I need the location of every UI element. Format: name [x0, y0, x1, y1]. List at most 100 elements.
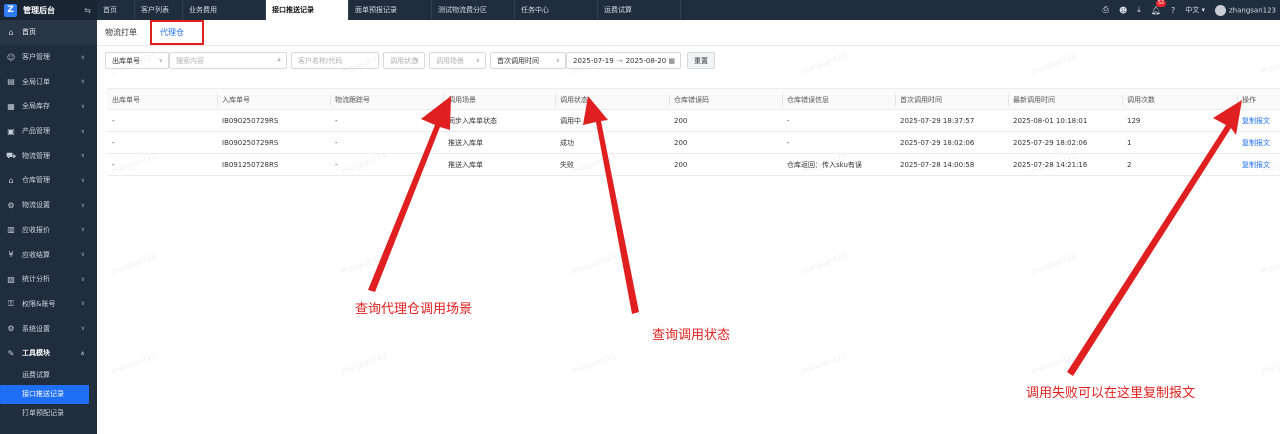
top-tab-7[interactable]: 运费试算 — [598, 0, 681, 20]
copy-message-link[interactable]: 复制报文 — [1242, 110, 1270, 132]
table-cell: - — [112, 161, 115, 169]
sidebar-item-label: 应收报价 — [22, 225, 50, 234]
chevron-down-icon: ∨ — [80, 78, 85, 86]
tab-strip: 首页 客户列表 业务费用 接口推送记录 面单预报记录 测试物流费分区 任务中心 运费试算 — [97, 0, 681, 20]
status-select[interactable]: 调用状态 ∨ — [383, 52, 425, 69]
sidebar-item-label: 应收结算 — [22, 250, 50, 259]
column-header: 首次调用时间 — [900, 96, 942, 104]
column-header: 仓库错误码 — [674, 96, 709, 104]
table-cell: 200 — [674, 139, 688, 147]
chevron-down-icon: ∨ — [80, 152, 85, 160]
help-icon[interactable]: ? — [1171, 6, 1175, 15]
column-header: 调用场景 — [448, 96, 476, 104]
customer-input[interactable]: 客户名称/代码 — [291, 52, 379, 69]
sidebar-item-9[interactable]: ¥ 应收结算 ∨ — [0, 242, 97, 267]
table-cell: IB090250729RS — [222, 139, 279, 147]
top-tab-1[interactable]: 客户列表 — [135, 0, 183, 20]
sidebar-subitem-0[interactable]: 运费试算 — [0, 366, 97, 385]
sidebar-item-8[interactable]: ▥ 应收报价 ∨ — [0, 218, 97, 243]
avatar — [1214, 4, 1226, 16]
sidebar-item-10[interactable]: ▧ 统计分析 ∨ — [0, 267, 97, 292]
scene-select[interactable]: 调用场景 ∨ — [429, 52, 486, 69]
language-label: 中文 — [1185, 6, 1200, 14]
highlight-box — [150, 20, 204, 45]
column-divider — [217, 94, 218, 106]
truck-icon: ⛟ — [5, 150, 17, 160]
sidebar-item-11[interactable]: ⚿ 权限&账号 ∨ — [0, 292, 97, 317]
table-cell: - — [335, 117, 338, 125]
sidebar-item-label: 全局库存 — [22, 102, 50, 111]
column-divider — [443, 94, 444, 106]
table-header: 出库单号 入库单号 物流跟踪号 调用场景 调用状态 仓库错误码 仓库错误信息 首次调用时间 最新… — [107, 88, 1280, 110]
reset-button[interactable]: 重置 — [687, 52, 715, 69]
brand-title: 管理后台 — [23, 5, 55, 15]
chevron-down-icon: ∨ — [555, 57, 560, 64]
table-cell: 129 — [1127, 117, 1141, 125]
assistant-icon[interactable]: ☻ — [1119, 6, 1127, 15]
column-divider — [895, 94, 896, 106]
language-switch[interactable]: 中文 ▾ — [1185, 5, 1205, 15]
chevron-down-icon: ∨ — [80, 300, 85, 308]
sidebar-item-12[interactable]: ⚙ 系统设置 ∨ — [0, 316, 97, 341]
copy-message-link[interactable]: 复制报文 — [1242, 132, 1270, 154]
chevron-down-icon: ∨ — [80, 226, 85, 234]
sidebar-item-6[interactable]: ⌂ 仓库管理 ∨ — [0, 168, 97, 193]
sidebar-item-7[interactable]: ⚙ 物流设置 ∨ — [0, 193, 97, 218]
sidebar-item-3[interactable]: ▦ 全局库存 ∨ — [0, 94, 97, 119]
date-end: 2025-08-20 — [625, 56, 667, 65]
bell-icon[interactable]: 🔔︎ 52 — [1151, 0, 1167, 15]
tool-icon: ✎ — [7, 348, 15, 358]
time-type-select[interactable]: 首次调用时间 ∨ — [490, 52, 566, 69]
chevron-up-icon: ∧ — [80, 349, 85, 357]
table-cell: 2025-07-29 18:02:06 — [1013, 139, 1088, 147]
sidebar-item-13[interactable]: ✎ 工具模块 ∧ — [0, 341, 97, 366]
sidebar-item-5[interactable]: ⛟ 物流管理 ∨ — [0, 143, 97, 168]
sidebar-item-0[interactable]: ⌂ 首页 — [0, 20, 97, 45]
table-row: - IB090250729RS - 同步入库单状态 调用中 200 - 2025-07-29 … — [107, 110, 1280, 132]
sidebar-subitem-2[interactable]: 打单预配记录 — [0, 404, 97, 423]
top-tab-2[interactable]: 业务费用 — [183, 0, 266, 20]
sidebar-item-label: 全局订单 — [22, 77, 50, 86]
settings-icon: ⚙ — [7, 200, 15, 210]
sidebar-item-label: 系统设置 — [22, 324, 50, 333]
sidebar-item-label: 权限&账号 — [22, 299, 56, 308]
table-cell: - — [335, 139, 338, 147]
table-cell: 失败 — [560, 161, 574, 169]
chevron-down-icon: ∨ — [80, 127, 85, 135]
sidebar-subitem-1[interactable]: 接口推送记录 — [0, 384, 89, 404]
column-header: 仓库错误信息 — [787, 96, 829, 104]
watermark: zhangsan123 — [570, 352, 617, 376]
filter-bar: 出库单号 ∨ 搜索内容 ⌕ 客户名称/代码 调用状态 ∨ 调用场景 ∨ 首次调用… — [97, 46, 1280, 76]
copy-message-link[interactable]: 复制报文 — [1242, 154, 1270, 176]
top-tab-4[interactable]: 面单预报记录 — [349, 0, 432, 20]
column-divider — [1122, 94, 1123, 106]
annotation-copy: 调用失败可以在这里复制报文 — [1026, 386, 1196, 401]
field-select[interactable]: 出库单号 ∨ — [105, 52, 169, 69]
print-icon[interactable]: ⎙ — [1103, 5, 1109, 15]
user-menu[interactable]: zhangsan123 — [1214, 4, 1276, 16]
collapse-sidebar-icon[interactable]: ⇆ — [84, 6, 91, 15]
chevron-down-icon: ∨ — [80, 176, 85, 184]
top-tab-6[interactable]: 任务中心 — [515, 0, 598, 20]
column-header: 最新调用时间 — [1013, 96, 1055, 104]
column-header: 出库单号 — [112, 96, 140, 104]
chevron-down-icon: ∨ — [475, 57, 480, 64]
top-tab-5[interactable]: 测试物流费分区 — [432, 0, 515, 20]
date-range-picker[interactable]: 2025-07-19 → 2025-08-20 ▦ — [566, 52, 681, 69]
watermark: zhangsan123 — [570, 252, 617, 276]
table-cell: 2 — [1127, 161, 1132, 169]
column-header: 调用次数 — [1127, 96, 1155, 104]
notification-badge: 52 — [1155, 0, 1167, 7]
download-icon[interactable]: ⤓ — [1137, 5, 1141, 15]
date-arrow: → — [616, 56, 623, 65]
sidebar-item-1[interactable]: ☺ 客户管理 ∨ — [0, 45, 97, 70]
subtab-logistics[interactable]: 物流打单 — [105, 27, 137, 38]
search-input[interactable]: 搜索内容 ⌕ — [169, 52, 287, 69]
sidebar-item-2[interactable]: ▤ 全局订单 ∨ — [0, 69, 97, 94]
watermark: zhangsan123 — [340, 352, 387, 376]
table-cell: 同步入库单状态 — [448, 117, 497, 125]
top-tab-3[interactable]: 接口推送记录 — [266, 0, 349, 20]
home-icon: ⌂ — [8, 27, 14, 37]
top-tab-0[interactable]: 首页 — [97, 0, 135, 20]
sidebar-item-4[interactable]: ▣ 产品管理 ∨ — [0, 119, 97, 144]
